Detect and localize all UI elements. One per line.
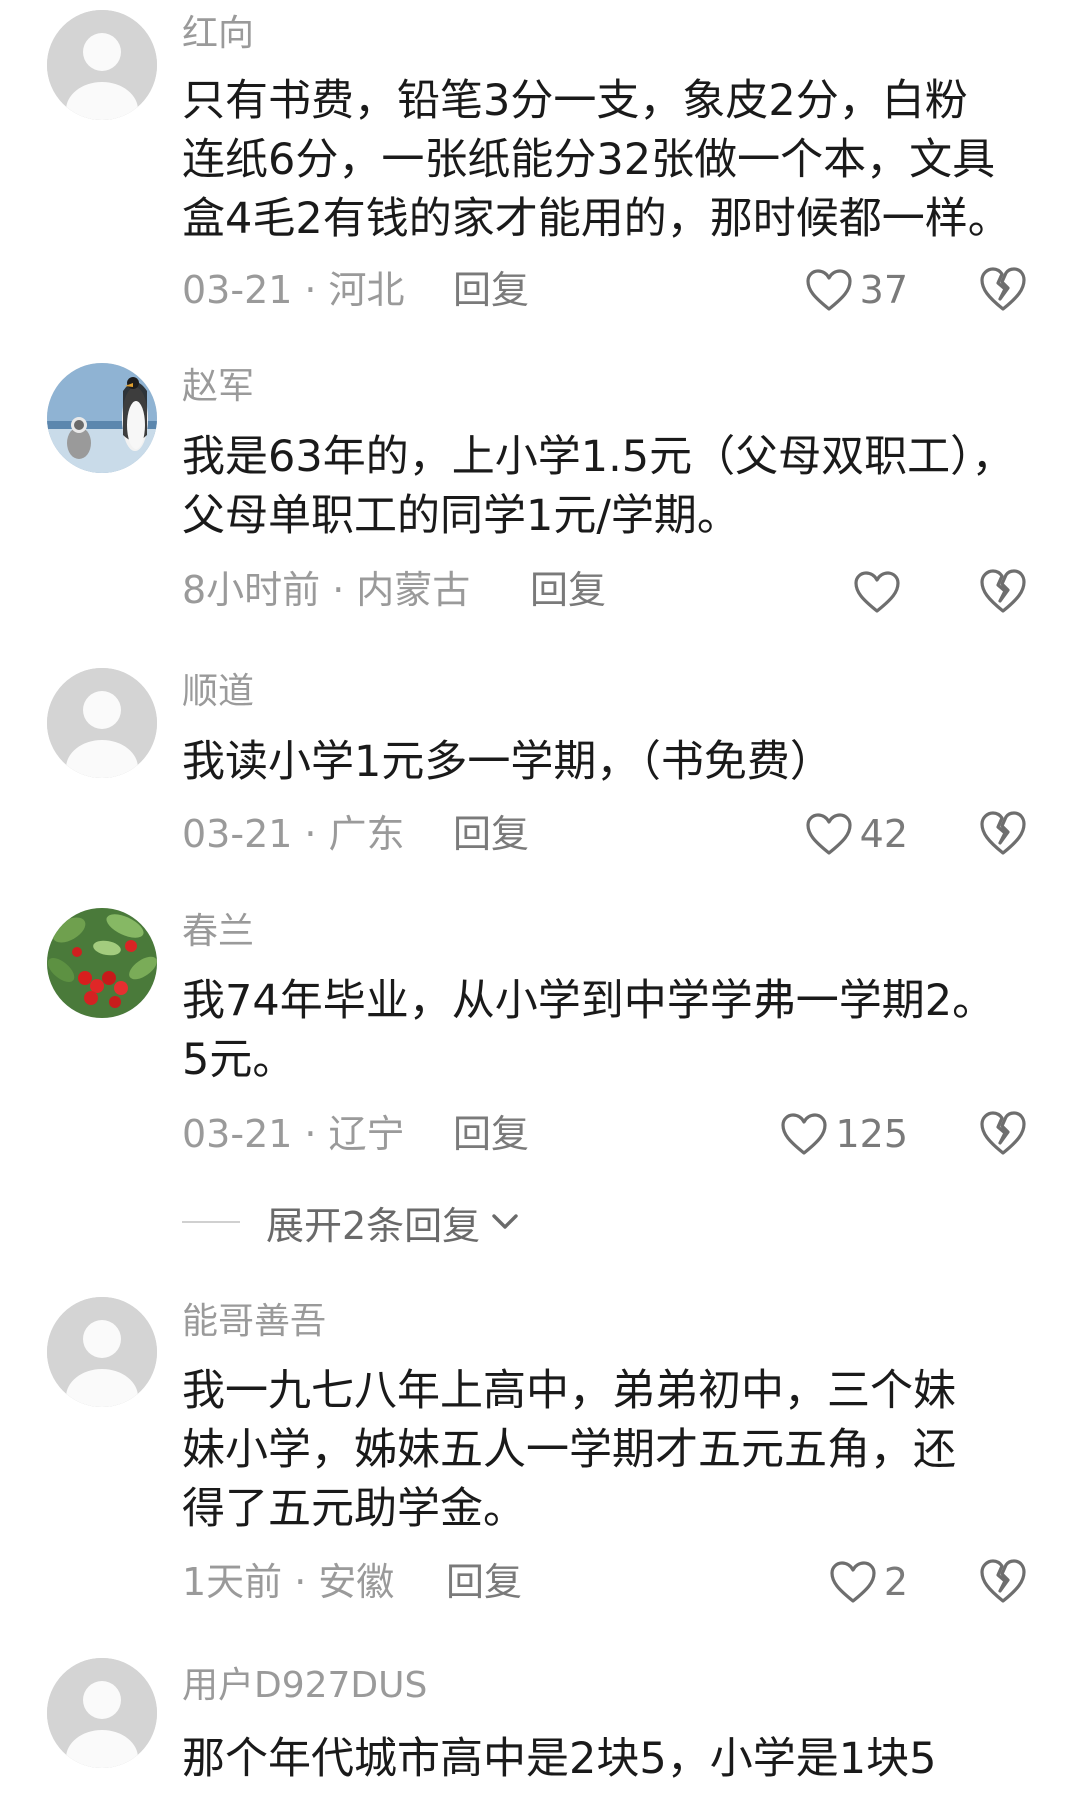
comment-location: 河北 (328, 268, 405, 312)
comment-text-line: 5元。 (182, 1035, 296, 1085)
broken-heart-icon (980, 1111, 1026, 1155)
username[interactable]: 用户D927DUS (182, 1664, 427, 1708)
comment-meta: 1天前 · 安徽 (182, 1556, 394, 1608)
comment-text-line: 我是63年的，上小学1.5元（父母双职工）， (182, 432, 1015, 482)
comment-text-line: 只有书费，铅笔3分一支，象皮2分，白粉 (182, 76, 968, 126)
comment-time: 03-21 (182, 268, 293, 312)
comment-time: 03-21 (182, 1112, 293, 1156)
reply-button[interactable]: 回复 (446, 1556, 522, 1608)
meta-separator: · (304, 1112, 317, 1156)
broken-heart-icon (980, 569, 1026, 613)
avatar[interactable] (47, 1297, 157, 1407)
like-count: 37 (859, 268, 908, 312)
divider-line (182, 1221, 240, 1223)
meta-separator: · (332, 568, 345, 612)
comment-text-line: 盒4毛2有钱的家才能用的，那时候都一样。 (182, 194, 1011, 244)
comment-text-line: 我74年毕业，从小学到中学学弗一学期2。 (182, 976, 996, 1026)
like-button[interactable]: 125 (779, 1104, 908, 1164)
comment-text-line: 妹小学，姊妹五人一学期才五元五角，还 (182, 1425, 956, 1475)
comment-location: 辽宁 (328, 1112, 405, 1156)
like-button[interactable]: 42 (804, 804, 908, 864)
heart-outline-icon (781, 1113, 828, 1155)
meta-separator: · (304, 812, 317, 856)
comment-text-line: 我读小学1元多一学期，（书免费） (182, 737, 833, 787)
username[interactable]: 红向 (182, 12, 254, 56)
comment-time: 03-21 (182, 812, 293, 856)
comment-text: 我是63年的，上小学1.5元（父母双职工）， 父母单职工的同学1元/学期。 (182, 428, 1042, 546)
username[interactable]: 赵军 (182, 365, 254, 409)
expand-replies-button[interactable]: 展开2条回复 (182, 1196, 520, 1248)
comment-meta: 03-21 · 辽宁 (182, 1108, 405, 1160)
like-count: 2 (883, 1560, 908, 1604)
like-button[interactable]: 2 (828, 1552, 908, 1612)
comment-text: 我读小学1元多一学期，（书免费） (182, 733, 1042, 792)
comment-meta: 8小时前 · 内蒙古 (182, 564, 470, 616)
heart-outline-icon (806, 813, 852, 855)
like-count: 42 (859, 812, 908, 856)
heart-outline-icon (854, 571, 900, 613)
reply-button[interactable]: 回复 (453, 264, 529, 316)
like-button[interactable]: 37 (804, 260, 908, 320)
avatar[interactable] (47, 668, 157, 778)
comment-text: 我74年毕业，从小学到中学学弗一学期2。 5元。 (182, 972, 1042, 1090)
like-button[interactable] (852, 562, 908, 622)
comment-text-line: 得了五元助学金。 (182, 1484, 526, 1534)
dislike-button[interactable] (978, 1108, 1028, 1158)
meta-separator: · (294, 1560, 307, 1604)
avatar[interactable] (47, 1658, 157, 1768)
expand-replies-label: 展开2条回复 (266, 1203, 481, 1248)
reply-button[interactable]: 回复 (453, 808, 529, 860)
comment-text: 只有书费，铅笔3分一支，象皮2分，白粉 连纸6分，一张纸能分32张做一个本，文具… (182, 72, 1042, 249)
meta-separator: · (304, 268, 317, 312)
dislike-button[interactable] (978, 264, 1028, 314)
comment-text-line: 那个年代城市高中是2块5，小学是1块5 (182, 1734, 937, 1784)
reply-button[interactable]: 回复 (453, 1108, 529, 1160)
comment-text-line: 我一九七八年上高中，弟弟初中，三个妹 (182, 1366, 956, 1416)
username[interactable]: 顺道 (182, 670, 254, 714)
avatar[interactable] (47, 908, 157, 1018)
avatar[interactable] (47, 363, 157, 473)
dislike-button[interactable] (978, 566, 1028, 616)
broken-heart-icon (980, 811, 1026, 855)
comment-location: 安徽 (318, 1560, 395, 1604)
dislike-button[interactable] (978, 808, 1028, 858)
username[interactable]: 能哥善吾 (182, 1300, 326, 1344)
chevron-down-icon (492, 1214, 518, 1229)
comment-text: 那个年代城市高中是2块5，小学是1块5 (182, 1730, 1042, 1789)
comment-meta: 03-21 · 广东 (182, 808, 405, 860)
comment-location: 广东 (328, 812, 405, 856)
comment-text: 我一九七八年上高中，弟弟初中，三个妹 妹小学，姊妹五人一学期才五元五角，还 得了… (182, 1362, 1042, 1539)
dislike-button[interactable] (978, 1556, 1028, 1606)
heart-outline-icon (806, 269, 852, 311)
comment-text-line: 连纸6分，一张纸能分32张做一个本，文具 (182, 135, 996, 185)
reply-button[interactable]: 回复 (530, 564, 606, 616)
comment-text-line: 父母单职工的同学1元/学期。 (182, 491, 740, 541)
like-count: 125 (835, 1112, 908, 1156)
username[interactable]: 春兰 (182, 910, 254, 954)
broken-heart-icon (980, 267, 1026, 311)
comment-list: 红向 只有书费，铅笔3分一支，象皮2分，白粉 连纸6分，一张纸能分32张做一个本… (0, 0, 1080, 1814)
avatar[interactable] (47, 10, 157, 120)
comment-time: 8小时前 (182, 568, 321, 612)
comment-time: 1天前 (182, 1560, 283, 1604)
comment-meta: 03-21 · 河北 (182, 264, 405, 316)
comment-location: 内蒙古 (356, 568, 471, 612)
broken-heart-icon (980, 1559, 1026, 1603)
heart-outline-icon (830, 1561, 876, 1603)
